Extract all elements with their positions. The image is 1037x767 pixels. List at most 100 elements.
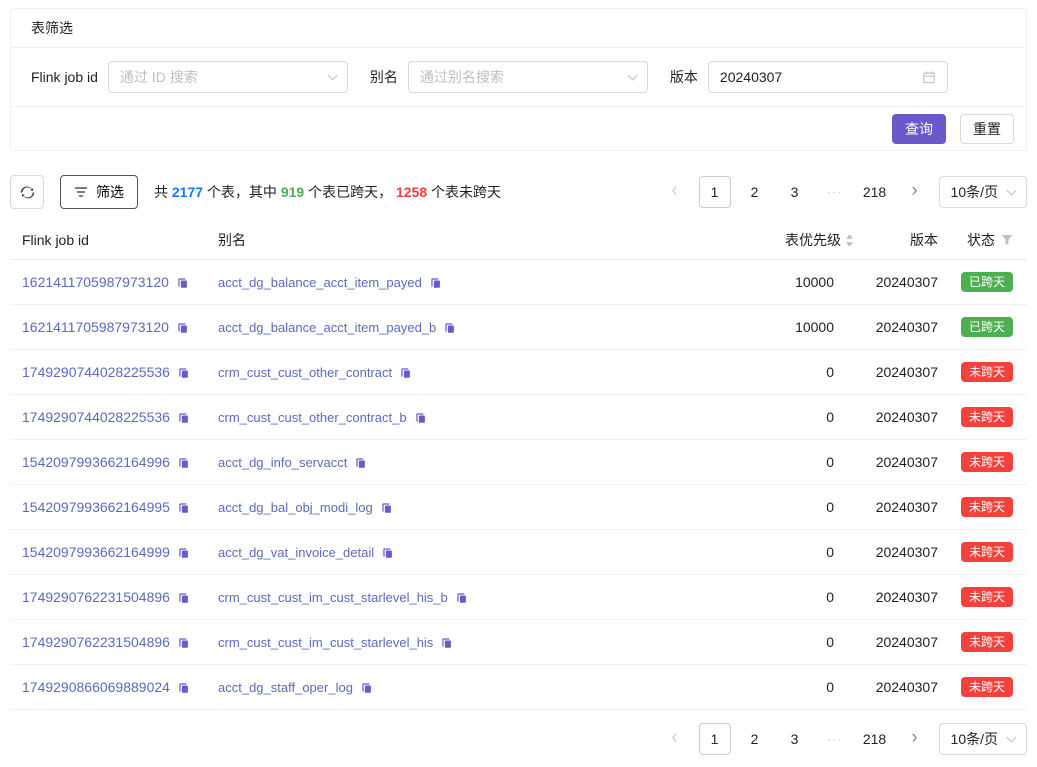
status-cell: 未跨天 [940,452,1027,472]
copy-icon[interactable] [414,411,427,424]
version-field: 版本 20240307 [670,61,948,93]
table-row: 1542097993662164999 acct_dg_vat_invoice_… [10,530,1027,575]
pagination-prev-button[interactable]: ‹ [659,176,691,208]
job-id-link[interactable]: 1749290866069889024 [22,679,170,695]
job-id-link[interactable]: 1621411705987973120 [22,319,169,335]
pagination-page-2[interactable]: 2 [739,723,771,755]
pagination-page-218[interactable]: 218 [859,723,891,755]
job-id-link[interactable]: 1542097993662164995 [22,499,170,515]
alias-link[interactable]: acct_dg_bal_obj_modi_log [218,500,373,515]
priority-cell: 0 [740,589,860,605]
job-id-cell: 1621411705987973120 [10,319,218,335]
pagination-page-218[interactable]: 218 [859,176,891,208]
copy-icon[interactable] [443,321,456,334]
copy-icon[interactable] [177,681,190,694]
version-cell: 20240307 [860,409,940,425]
copy-icon[interactable] [360,681,373,694]
alias-placeholder: 通过别名搜索 [420,67,504,87]
copy-icon[interactable] [177,501,190,514]
pagination-page-1[interactable]: 1 [699,176,731,208]
job-id-cell: 1749290866069889024 [10,679,218,695]
filter-lines-icon [74,185,88,199]
alias-link[interactable]: acct_dg_balance_acct_item_payed_b [218,320,436,335]
job-id-link[interactable]: 1749290762231504896 [22,589,170,605]
status-badge: 未跨天 [961,407,1013,427]
alias-link[interactable]: acct_dg_info_servacct [218,455,347,470]
version-cell: 20240307 [860,319,940,335]
alias-link[interactable]: crm_cust_cust_im_cust_starlevel_his [218,635,433,650]
copy-icon[interactable] [177,546,190,559]
copy-icon[interactable] [429,276,442,289]
job-id-link[interactable]: 1621411705987973120 [22,274,169,290]
pagination-page-3[interactable]: 3 [779,723,811,755]
status-cell: 未跨天 [940,497,1027,517]
alias-link[interactable]: acct_dg_balance_acct_item_payed [218,275,422,290]
alias-cell: acct_dg_info_servacct [218,455,740,470]
pagination-page-1[interactable]: 1 [699,723,731,755]
reset-button[interactable]: 重置 [960,114,1014,144]
version-cell: 20240307 [860,589,940,605]
alias-link[interactable]: crm_cust_cust_other_contract [218,365,392,380]
alias-link[interactable]: acct_dg_staff_oper_log [218,680,353,695]
copy-icon[interactable] [177,636,190,649]
copy-icon[interactable] [176,276,189,289]
column-header-priority[interactable]: 表优先级 [740,230,860,250]
pagination-page-3[interactable]: 3 [779,176,811,208]
results-table: Flink job id 别名 表优先级 版本 状态 1621411705987… [10,221,1027,710]
copy-icon[interactable] [440,636,453,649]
filter-toggle-button[interactable]: 筛选 [60,175,138,209]
total-count: 2177 [172,184,203,200]
filter-toggle-label: 筛选 [96,182,124,202]
job-id-link[interactable]: 1542097993662164999 [22,544,170,560]
alias-link[interactable]: acct_dg_vat_invoice_detail [218,545,374,560]
pagination-ellipsis: ··· [819,176,851,208]
column-filter-icon[interactable] [1001,234,1013,246]
pagination-next-button[interactable]: › [899,176,931,208]
job-id-cell: 1749290762231504896 [10,589,218,605]
copy-icon[interactable] [399,366,412,379]
status-badge: 未跨天 [961,632,1013,652]
job-id-link[interactable]: 1749290744028225536 [22,364,170,380]
copy-icon[interactable] [177,411,190,424]
pagination-next-button[interactable]: › [899,723,931,755]
copy-icon[interactable] [354,456,367,469]
copy-icon[interactable] [380,501,393,514]
sort-icon[interactable] [845,234,854,247]
column-header-version: 版本 [860,230,940,250]
copy-icon[interactable] [177,366,190,379]
priority-cell: 10000 [740,274,860,290]
flink-job-id-field: Flink job id 通过 ID 搜索 [31,61,348,93]
chevron-down-icon [327,71,337,81]
search-button[interactable]: 查询 [892,114,946,144]
page-size-select[interactable]: 10条/页 [939,176,1027,208]
version-date-input[interactable]: 20240307 [708,61,948,93]
copy-icon[interactable] [177,456,190,469]
pagination-prev-button[interactable]: ‹ [659,723,691,755]
job-id-link[interactable]: 1749290762231504896 [22,634,170,650]
copy-icon[interactable] [381,546,394,559]
flink-job-id-select[interactable]: 通过 ID 搜索 [108,61,348,93]
version-label: 版本 [670,67,698,87]
copy-icon[interactable] [176,321,189,334]
status-badge: 未跨天 [961,587,1013,607]
alias-field: 别名 通过别名搜索 [370,61,648,93]
alias-link[interactable]: crm_cust_cust_other_contract_b [218,410,407,425]
table-row: 1749290744028225536 crm_cust_cust_other_… [10,350,1027,395]
calendar-icon [922,70,936,84]
table-row: 1621411705987973120 acct_dg_balance_acct… [10,260,1027,305]
status-badge: 未跨天 [961,452,1013,472]
alias-select[interactable]: 通过别名搜索 [408,61,648,93]
copy-icon[interactable] [177,591,190,604]
priority-cell: 0 [740,544,860,560]
job-id-link[interactable]: 1749290744028225536 [22,409,170,425]
status-cell: 未跨天 [940,677,1027,697]
refresh-button[interactable] [10,175,44,209]
refresh-icon [20,185,35,200]
bottom-bar: ‹123···218›10条/页 [10,723,1027,755]
job-id-link[interactable]: 1542097993662164996 [22,454,170,470]
pagination-page-2[interactable]: 2 [739,176,771,208]
page-size-select[interactable]: 10条/页 [939,723,1027,755]
copy-icon[interactable] [455,591,468,604]
status-badge: 未跨天 [961,497,1013,517]
alias-link[interactable]: crm_cust_cust_im_cust_starlevel_his_b [218,590,448,605]
